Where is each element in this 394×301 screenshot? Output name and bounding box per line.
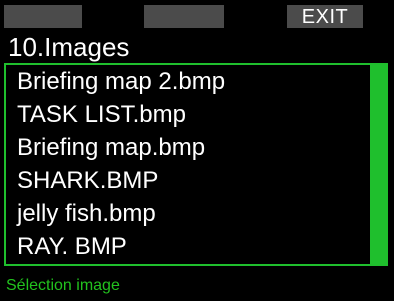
list-item[interactable]: Briefing map.bmp (8, 131, 374, 164)
exit-button[interactable]: EXIT (287, 5, 363, 28)
page-title: 10.Images (8, 32, 130, 62)
scrollbar-thumb[interactable] (372, 65, 386, 264)
list-item[interactable]: RAY. BMP (8, 230, 374, 263)
scrollbar[interactable] (370, 65, 386, 264)
list-item[interactable]: TASK LIST.bmp (8, 98, 374, 131)
images-list: Briefing map 2.bmp TASK LIST.bmp Briefin… (8, 65, 374, 264)
softkey-bar: EXIT (4, 5, 390, 28)
list-item[interactable]: Briefing map 2.bmp (8, 65, 374, 98)
dive-computer-screen: { "softkeys": { "left": "", "middle": ""… (0, 0, 394, 301)
softkey-left[interactable] (4, 5, 82, 28)
list-item[interactable]: SHARK.BMP (8, 164, 374, 197)
images-list-panel: Briefing map 2.bmp TASK LIST.bmp Briefin… (4, 63, 388, 266)
list-item[interactable]: jelly fish.bmp (8, 197, 374, 230)
status-text: Sélection image (6, 277, 120, 294)
softkey-middle[interactable] (144, 5, 224, 28)
